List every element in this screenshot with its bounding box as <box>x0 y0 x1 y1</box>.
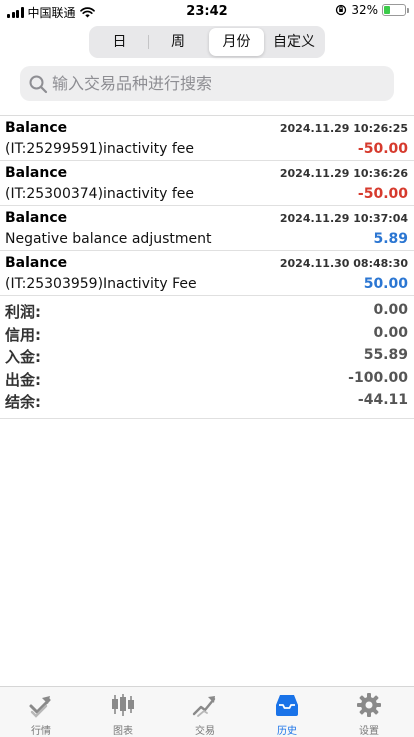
candlestick-chart-icon <box>112 694 134 716</box>
tab-week[interactable]: 周 <box>149 28 207 56</box>
entry-type: Balance <box>5 255 68 271</box>
history-inbox-icon <box>276 695 298 716</box>
entry-amount: -50.00 <box>357 186 408 202</box>
search-icon <box>29 75 48 94</box>
battery-icon <box>382 4 409 16</box>
nav-label: 图表 <box>113 726 133 737</box>
entry-comment: (IT:25300374)inactivity fee <box>5 186 195 202</box>
summary-value: 0.00 <box>373 302 408 318</box>
settings-gear-icon <box>357 693 381 717</box>
summary-row-credit: 信用: 0.00 <box>0 322 414 345</box>
summary-row-withdrawal: 出金: -100.00 <box>0 367 414 390</box>
nav-label: 行情 <box>31 726 51 737</box>
entry-amount: -50.00 <box>357 141 408 157</box>
symbol-search-input[interactable]: 输入交易品种进行搜索 <box>20 66 394 101</box>
entry-amount: 50.00 <box>363 276 408 292</box>
summary-section: 利润: 0.00 信用: 0.00 入金: 55.89 出金: -100.00 … <box>0 296 414 419</box>
history-row[interactable]: Balance 2024.11.29 10:26:25 (IT:25299591… <box>0 116 414 161</box>
entry-amount: 5.89 <box>373 231 408 247</box>
summary-value: 55.89 <box>363 347 408 363</box>
nav-item-quotes[interactable]: 行情 <box>0 687 82 737</box>
search-placeholder: 输入交易品种进行搜索 <box>52 74 213 93</box>
orientation-lock-icon <box>336 4 347 16</box>
entry-comment: (IT:25303959)Inactivity Fee <box>5 276 197 292</box>
nav-label: 交易 <box>195 726 215 737</box>
summary-label: 入金: <box>5 348 41 366</box>
summary-row-deposit: 入金: 55.89 <box>0 344 414 367</box>
history-row[interactable]: Balance 2024.11.29 10:36:26 (IT:25300374… <box>0 161 414 206</box>
nav-item-charts[interactable]: 图表 <box>82 687 164 737</box>
tab-day[interactable]: 日 <box>91 28 148 56</box>
nav-item-trade[interactable]: 交易 <box>164 687 246 737</box>
trade-icon <box>192 696 216 717</box>
period-segmented-control: 日 周 月份 自定义 <box>89 26 325 58</box>
quotes-icon <box>29 696 51 718</box>
nav-label: 设置 <box>359 726 379 737</box>
entry-comment: (IT:25299591)inactivity fee <box>5 141 195 157</box>
summary-value: -44.11 <box>357 392 408 408</box>
battery-percent: 32% <box>351 3 378 17</box>
nav-item-settings[interactable]: 设置 <box>328 687 410 737</box>
entry-datetime: 2024.11.29 10:26:25 <box>279 122 408 135</box>
tab-month[interactable]: 月份 <box>209 28 264 56</box>
summary-value: -100.00 <box>348 369 408 386</box>
tab-custom[interactable]: 自定义 <box>265 28 323 56</box>
entry-comment: Negative balance adjustment <box>5 231 212 247</box>
entry-datetime: 2024.11.29 10:37:04 <box>279 212 408 225</box>
entry-type: Balance <box>5 210 68 226</box>
entry-type: Balance <box>5 165 68 181</box>
history-list: Balance 2024.11.29 10:26:25 (IT:25299591… <box>0 115 414 419</box>
summary-label: 信用: <box>5 325 41 344</box>
nav-label: 历史 <box>277 726 297 737</box>
summary-label: 出金: <box>5 370 41 389</box>
history-row[interactable]: Balance 2024.11.29 10:37:04 Negative bal… <box>0 206 414 251</box>
summary-row-balance: 结余: -44.11 <box>0 389 414 412</box>
nav-item-history[interactable]: 历史 <box>246 687 328 737</box>
status-right: 32% <box>335 3 409 17</box>
entry-type: Balance <box>5 120 68 136</box>
summary-value: 0.00 <box>373 324 408 341</box>
entry-datetime: 2024.11.29 10:36:26 <box>279 167 408 180</box>
status-bar: 中国联通 23:42 32% <box>0 0 414 24</box>
bottom-tab-bar: 行情 图表 交易 历史 设置 <box>0 686 414 737</box>
history-row[interactable]: Balance 2024.11.30 08:48:30 (IT:25303959… <box>0 251 414 296</box>
summary-row-profit: 利润: 0.00 <box>0 299 414 322</box>
entry-datetime: 2024.11.30 08:48:30 <box>279 257 408 270</box>
summary-label: 利润: <box>5 303 41 321</box>
summary-label: 结余: <box>5 393 41 411</box>
